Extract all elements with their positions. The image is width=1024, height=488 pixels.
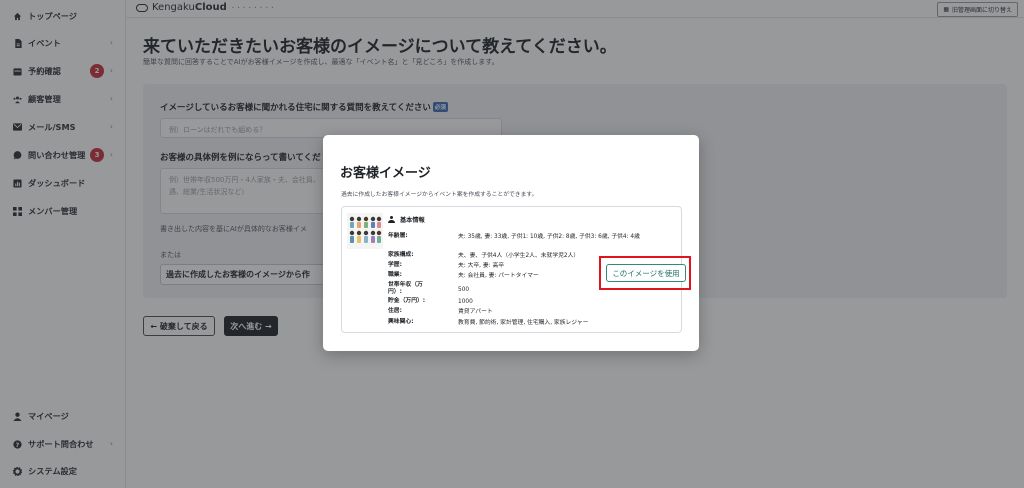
basic-info-title: 基本情報 <box>400 217 425 224</box>
customer-image-modal: お客様イメージ 過去に作成したお客様イメージからイベント案を作成することができま… <box>323 135 699 351</box>
field-value: 賃貸アパート <box>458 309 493 315</box>
field-key: 家族構成: <box>388 252 414 258</box>
field-value: 1000 <box>458 299 473 305</box>
field-key: 世帯年収（万円）: <box>388 282 423 295</box>
basic-info-heading: 基本情報 <box>388 215 425 224</box>
modal-description: 過去に作成したお客様イメージからイベント案を作成することができます。 <box>341 192 538 198</box>
field-key: 住居: <box>388 308 402 314</box>
field-key: 職業: <box>388 272 402 278</box>
field-key: 貯金（万円）: <box>388 298 426 304</box>
field-value: 教育費, 節約術, 家計管理, 住宅購入, 家族レジャー <box>458 320 589 326</box>
persona-illustration <box>347 213 383 249</box>
field-key: 年齢層: <box>388 233 408 239</box>
persona-card: 基本情報 年齢層: 夫: 35歳, 妻: 33歳, 子供1: 10歳, 子供2:… <box>341 206 691 333</box>
field-key: 興味関心: <box>388 319 414 325</box>
modal-title: お客様イメージ <box>340 166 431 181</box>
use-image-button[interactable]: このイメージを使用 <box>606 264 686 282</box>
field-value: 夫: 35歳, 妻: 33歳, 子供1: 10歳, 子供2: 8歳, 子供3: … <box>458 234 640 240</box>
person-icon <box>388 216 396 223</box>
use-image-highlight: このイメージを使用 <box>599 256 691 290</box>
field-key: 学歴: <box>388 262 402 268</box>
